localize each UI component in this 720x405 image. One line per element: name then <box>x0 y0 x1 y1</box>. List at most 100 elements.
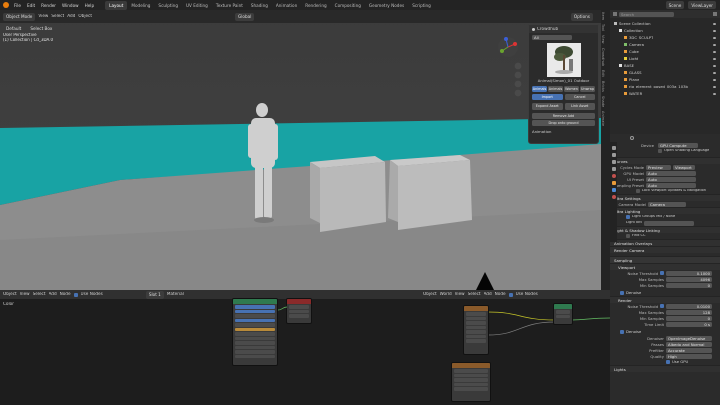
material-props-icon[interactable] <box>611 195 616 199</box>
workspace-tab-rendering[interactable]: Rendering <box>301 1 330 10</box>
outliner-search[interactable]: Search <box>619 11 674 17</box>
workspace-tab-uv-editing[interactable]: UV Editing <box>182 1 212 10</box>
vp-menu-select[interactable]: Select <box>51 14 64 18</box>
light-linking-section[interactable]: Light & Shadow Linking <box>610 226 720 233</box>
visibility-eye-icon[interactable] <box>713 78 716 81</box>
sidebar-tab-view[interactable]: View <box>601 33 605 46</box>
quality-dropdown[interactable]: High <box>666 353 712 359</box>
passes-dropdown[interactable]: Albedo and Normal <box>666 341 712 347</box>
blender-logo-icon[interactable] <box>3 2 9 8</box>
menu-render[interactable]: Render <box>38 3 59 8</box>
vp-menu-add[interactable]: Add <box>67 14 75 18</box>
max-samples-field[interactable]: 4096 <box>666 276 712 282</box>
outliner-item[interactable]: Collection <box>610 27 720 34</box>
texture-coordinate-node[interactable] <box>463 305 489 355</box>
environment-texture-node[interactable] <box>451 362 491 402</box>
background-node[interactable] <box>553 303 573 325</box>
menu-file[interactable]: File <box>11 3 24 8</box>
visibility-eye-icon[interactable] <box>713 43 716 46</box>
shader-editor-left[interactable]: Object View Select Add Node Use Nodes Sl… <box>0 290 420 405</box>
cancel-button[interactable]: Cancel <box>564 93 595 100</box>
min-samples-field[interactable]: 0 <box>666 282 712 288</box>
workspace-tab-modeling[interactable]: Modeling <box>127 1 154 10</box>
find-cc-checkbox[interactable] <box>626 234 630 238</box>
workspace-tab-shading[interactable]: Shading <box>247 1 272 10</box>
orientation-dropdown[interactable]: Default <box>3 24 25 32</box>
noise-threshold-render-checkbox[interactable] <box>660 304 664 308</box>
output-props-icon[interactable] <box>611 153 616 157</box>
outliner-item[interactable]: Cube <box>610 48 720 55</box>
world-props-icon[interactable] <box>611 174 616 178</box>
light-bkt-field[interactable] <box>643 220 694 226</box>
visibility-eye-icon[interactable] <box>713 64 716 67</box>
category-tab-1[interactable]: Animals <box>532 85 547 92</box>
modifier-props-icon[interactable] <box>611 188 616 192</box>
transform-orientation[interactable]: Global <box>235 12 255 21</box>
light-groups-checkbox[interactable] <box>626 215 630 219</box>
workspace-tab-animation[interactable]: Animation <box>272 1 301 10</box>
workspace-tab-layout[interactable]: Layout <box>105 0 128 10</box>
render-camera-section[interactable]: Render Camera <box>610 246 720 253</box>
scene-selector[interactable]: Scene <box>665 1 685 9</box>
ultra-settings-section[interactable]: Ultra Settings <box>610 194 720 201</box>
mode-selector[interactable]: Object Mode <box>3 12 36 21</box>
vp-menu-view[interactable]: View <box>38 14 48 18</box>
noise-threshold-render-field[interactable]: 0.0100 <box>666 303 712 309</box>
max-samples-render-field[interactable]: 128 <box>666 309 712 315</box>
cycles-mode-dropdown-2[interactable]: Viewport <box>673 164 695 170</box>
render-props-icon[interactable] <box>611 146 616 150</box>
search-icon[interactable] <box>630 136 634 140</box>
workspace-tab-compositing[interactable]: Compositing <box>331 1 365 10</box>
min-samples-render-field[interactable]: 0 <box>666 315 712 321</box>
outliner-item[interactable]: Light <box>610 55 720 62</box>
render-subsection[interactable]: Render <box>610 296 720 303</box>
workspace-tab-sculpting[interactable]: Sculpting <box>154 1 182 10</box>
outliner-item[interactable]: GLASS <box>610 69 720 76</box>
menu-help[interactable]: Help <box>82 3 98 8</box>
osl-checkbox[interactable] <box>658 149 662 153</box>
visibility-eye-icon[interactable] <box>713 71 716 74</box>
visibility-eye-icon[interactable] <box>713 36 716 39</box>
display-mode-icon[interactable] <box>613 12 617 16</box>
denoiser-dropdown[interactable]: OpenImageDenoise <box>666 335 712 341</box>
import-button[interactable]: Import <box>532 93 563 100</box>
category-tab-2[interactable]: Animals <box>548 85 563 92</box>
menu-window[interactable]: Window <box>59 3 82 8</box>
sidebar-tab-bricks[interactable]: Bricks <box>601 79 605 94</box>
3d-viewport[interactable] <box>0 10 601 290</box>
category-tab-3[interactable]: Women <box>564 85 579 92</box>
asset-thumbnail[interactable] <box>546 43 581 77</box>
preset-dropdown[interactable]: Auto <box>646 182 696 188</box>
expand-asset-button[interactable]: Expand Asset <box>532 102 563 110</box>
denoise-viewport-checkbox[interactable] <box>620 291 624 295</box>
animation-section[interactable]: Animation <box>532 130 595 134</box>
time-limit-field[interactable]: 0 s <box>666 321 712 327</box>
noise-threshold-field[interactable]: 0.1000 <box>666 270 712 276</box>
outliner-item[interactable]: BASE <box>610 62 720 69</box>
sidebar-tab-item[interactable]: Item <box>601 10 605 22</box>
world-shader-editor[interactable]: Object World View Select Add Node Use No… <box>420 290 610 405</box>
panel-collapse-icon[interactable] <box>532 27 535 31</box>
lock-viewport-checkbox[interactable] <box>636 189 640 193</box>
curves-section[interactable]: Curves <box>610 157 720 164</box>
visibility-eye-icon[interactable] <box>713 22 716 25</box>
sidebar-tab-edit[interactable]: Edit <box>601 68 605 79</box>
animation-overlays-section[interactable]: Animation Overlays <box>610 239 720 246</box>
outliner-item[interactable]: Camera <box>610 41 720 48</box>
outliner-item[interactable]: rig_element_posed_003a_103b <box>610 83 720 90</box>
view-layer-props-icon[interactable] <box>611 160 616 164</box>
sidebar-tab-animate[interactable]: Animate <box>601 109 605 128</box>
viewport-subsection[interactable]: Viewport <box>610 263 720 270</box>
asset-filter[interactable]: All <box>532 35 572 40</box>
preset-dropdown[interactable]: Auto <box>646 170 696 176</box>
sampling-section[interactable]: Sampling <box>610 256 720 263</box>
filter-icon[interactable] <box>713 12 717 16</box>
visibility-eye-icon[interactable] <box>713 29 716 32</box>
ultra-lighting-section[interactable]: Ultra Lighting <box>610 207 720 214</box>
preset-dropdown[interactable]: Auto <box>646 176 696 182</box>
menu-edit[interactable]: Edit <box>24 3 38 8</box>
outliner-item[interactable]: 3DC_SCULPT <box>610 34 720 41</box>
view-layer-selector[interactable]: ViewLayer <box>688 1 716 9</box>
outliner-item[interactable]: Scene Collection <box>610 20 720 27</box>
link-asset-button[interactable]: Link Asset <box>564 102 595 110</box>
